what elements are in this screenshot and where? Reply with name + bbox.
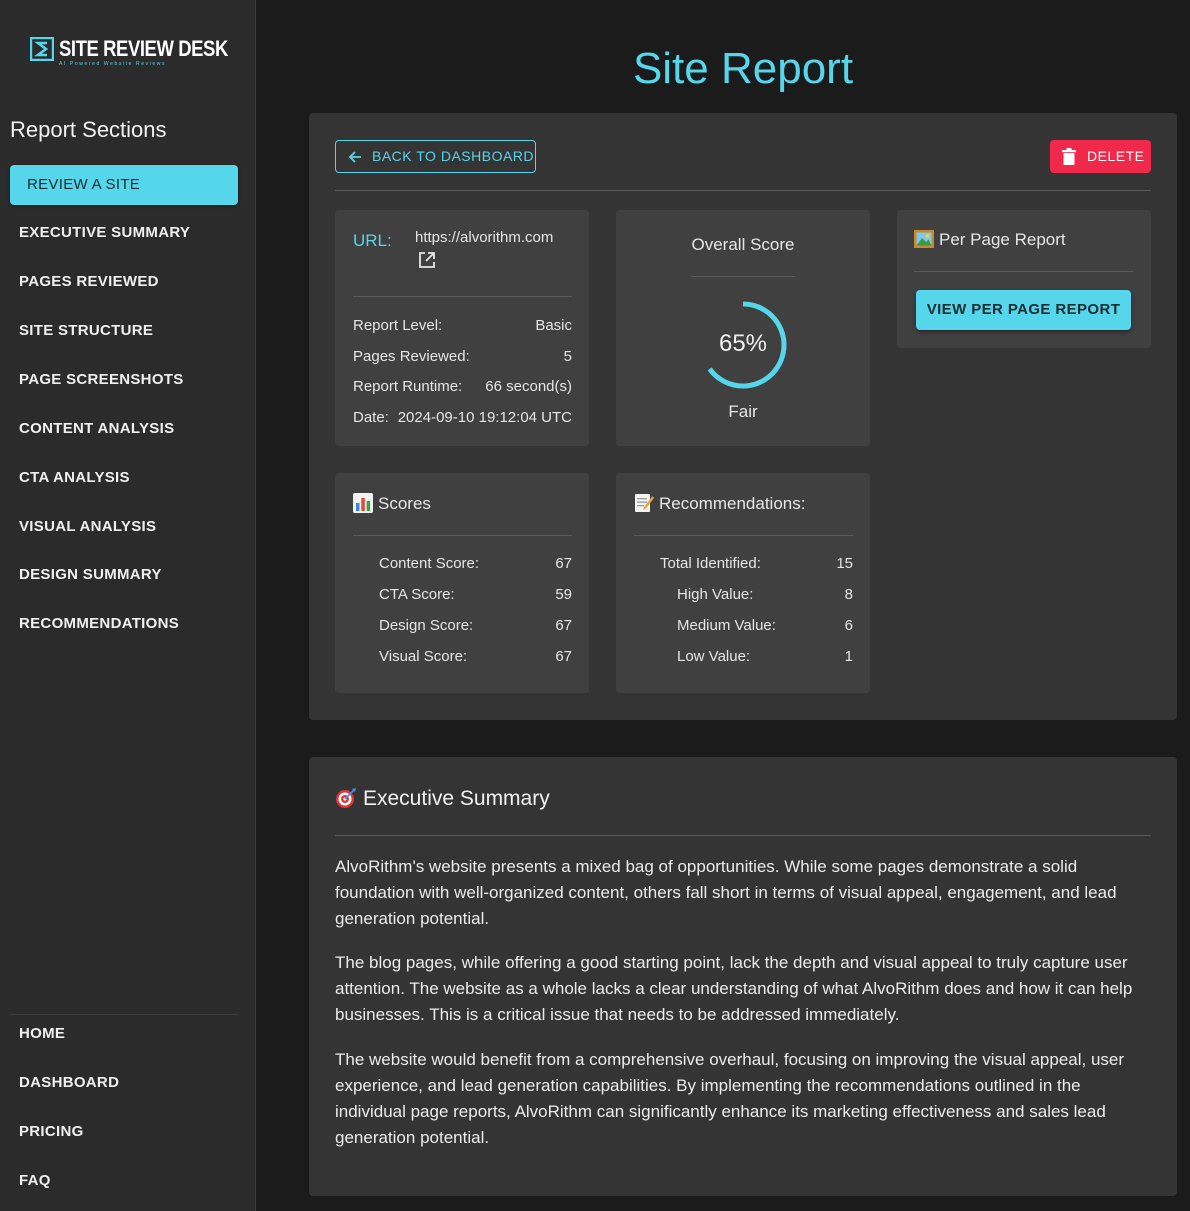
sidebar-item-site-structure[interactable]: SITE STRUCTURE (10, 311, 238, 351)
pages-reviewed-value: 5 (563, 348, 572, 365)
brand-logo[interactable]: SITE REVIEW DESK AI Powered Website Revi… (30, 36, 230, 72)
bar-chart-icon (353, 493, 373, 514)
sidebar-item-dashboard[interactable]: DASHBOARD (10, 1063, 238, 1103)
scores-divider (353, 535, 572, 536)
back-to-dashboard-button[interactable]: BACK TO DASHBOARD (335, 140, 536, 173)
site-url: https://alvorithm.com (415, 229, 554, 246)
score-divider (691, 276, 795, 277)
medium-value-value: 6 (844, 617, 853, 634)
high-value-label: High Value: (677, 586, 754, 603)
scores-title: Scores (378, 494, 431, 513)
report-level-value: Basic (535, 317, 572, 334)
medium-value-label: Medium Value: (677, 617, 776, 634)
pages-reviewed-label: Pages Reviewed: (353, 348, 470, 365)
memo-icon (635, 494, 654, 513)
delete-button-label: DELETE (1087, 148, 1145, 164)
total-identified-label: Total Identified: (660, 555, 761, 572)
trash-icon (1062, 148, 1076, 165)
sidebar: SITE REVIEW DESK AI Powered Website Revi… (0, 0, 256, 1211)
sidebar-item-home[interactable]: HOME (10, 1014, 238, 1054)
per-page-report-heading: Per Page Report (914, 230, 1066, 250)
sidebar-item-pricing[interactable]: PRICING (10, 1112, 238, 1152)
sidebar-item-faq[interactable]: FAQ (10, 1161, 238, 1201)
sidebar-item-content-analysis[interactable]: CONTENT ANALYSIS (10, 409, 238, 449)
summary-divider (335, 835, 1151, 836)
sidebar-item-visual-analysis[interactable]: VISUAL ANALYSIS (10, 507, 238, 547)
design-score-value: 67 (555, 617, 572, 634)
total-identified-value: 15 (836, 555, 853, 572)
overall-score-title: Overall Score (691, 235, 795, 254)
divider (335, 190, 1151, 191)
sidebar-item-page-screenshots[interactable]: PAGE SCREENSHOTS (10, 360, 238, 400)
brand-tagline: AI Powered Website Reviews (59, 61, 167, 67)
arrow-left-icon (348, 151, 361, 163)
visual-score-label: Visual Score: (379, 648, 468, 665)
back-button-label: BACK TO DASHBOARD (372, 148, 535, 164)
report-level-label: Report Level: (353, 317, 443, 334)
visual-score-value: 67 (555, 648, 572, 665)
logo-mark-icon (30, 37, 54, 61)
per-page-divider (914, 271, 1133, 272)
report-runtime-label: Report Runtime: (353, 378, 463, 395)
overall-score-percent: 65% (718, 330, 768, 357)
overall-score-rating: Fair (728, 402, 758, 421)
sidebar-heading: Report Sections (10, 117, 167, 142)
sidebar-item-pages-reviewed[interactable]: PAGES REVIEWED (10, 262, 238, 302)
summary-paragraph-3: The website would benefit from a compreh… (335, 1050, 1125, 1147)
delete-button[interactable]: DELETE (1050, 140, 1151, 173)
info-divider (353, 296, 572, 297)
content-score-label: Content Score: (379, 555, 480, 572)
recommendations-heading: Recommendations: (634, 494, 805, 514)
url-label: URL: (353, 231, 392, 250)
content-score-value: 67 (555, 555, 572, 572)
scores-heading: Scores (353, 493, 431, 514)
sidebar-item-design-summary[interactable]: DESIGN SUMMARY (10, 555, 238, 595)
cta-score-label: CTA Score: (379, 586, 455, 603)
sidebar-item-executive-summary[interactable]: EXECUTIVE SUMMARY (10, 213, 238, 253)
page-title: Site Report (632, 44, 854, 93)
summary-paragraph-1: AlvoRithm's website presents a mixed bag… (335, 857, 1117, 928)
date-label: Date: (353, 409, 389, 426)
executive-summary-heading: Executive Summary (335, 787, 550, 811)
recommendations-title: Recommendations: (659, 494, 806, 513)
high-value-value: 8 (844, 586, 853, 603)
report-runtime-value: 66 second(s) (485, 378, 572, 395)
executive-summary-title: Executive Summary (363, 787, 550, 810)
low-value-value: 1 (844, 648, 853, 665)
external-link-icon[interactable] (418, 251, 436, 269)
design-score-label: Design Score: (379, 617, 474, 634)
date-value: 2024-09-10 19:12:04 UTC (397, 409, 572, 426)
sidebar-item-cta-analysis[interactable]: CTA ANALYSIS (10, 458, 238, 498)
sidebar-item-recommendations[interactable]: RECOMMENDATIONS (10, 604, 238, 644)
view-per-page-report-button[interactable]: VIEW PER PAGE REPORT (916, 290, 1131, 330)
sidebar-item-review-a-site[interactable]: REVIEW A SITE (10, 165, 238, 205)
summary-paragraph-2: The blog pages, while offering a good st… (335, 953, 1133, 1024)
cta-score-value: 59 (555, 586, 572, 603)
brand-name: SITE REVIEW DESK (59, 36, 228, 61)
low-value-label: Low Value: (677, 648, 751, 665)
target-icon (336, 787, 356, 808)
framed-picture-icon (914, 230, 934, 249)
per-page-report-title: Per Page Report (939, 230, 1066, 249)
recommendations-divider (634, 535, 853, 536)
